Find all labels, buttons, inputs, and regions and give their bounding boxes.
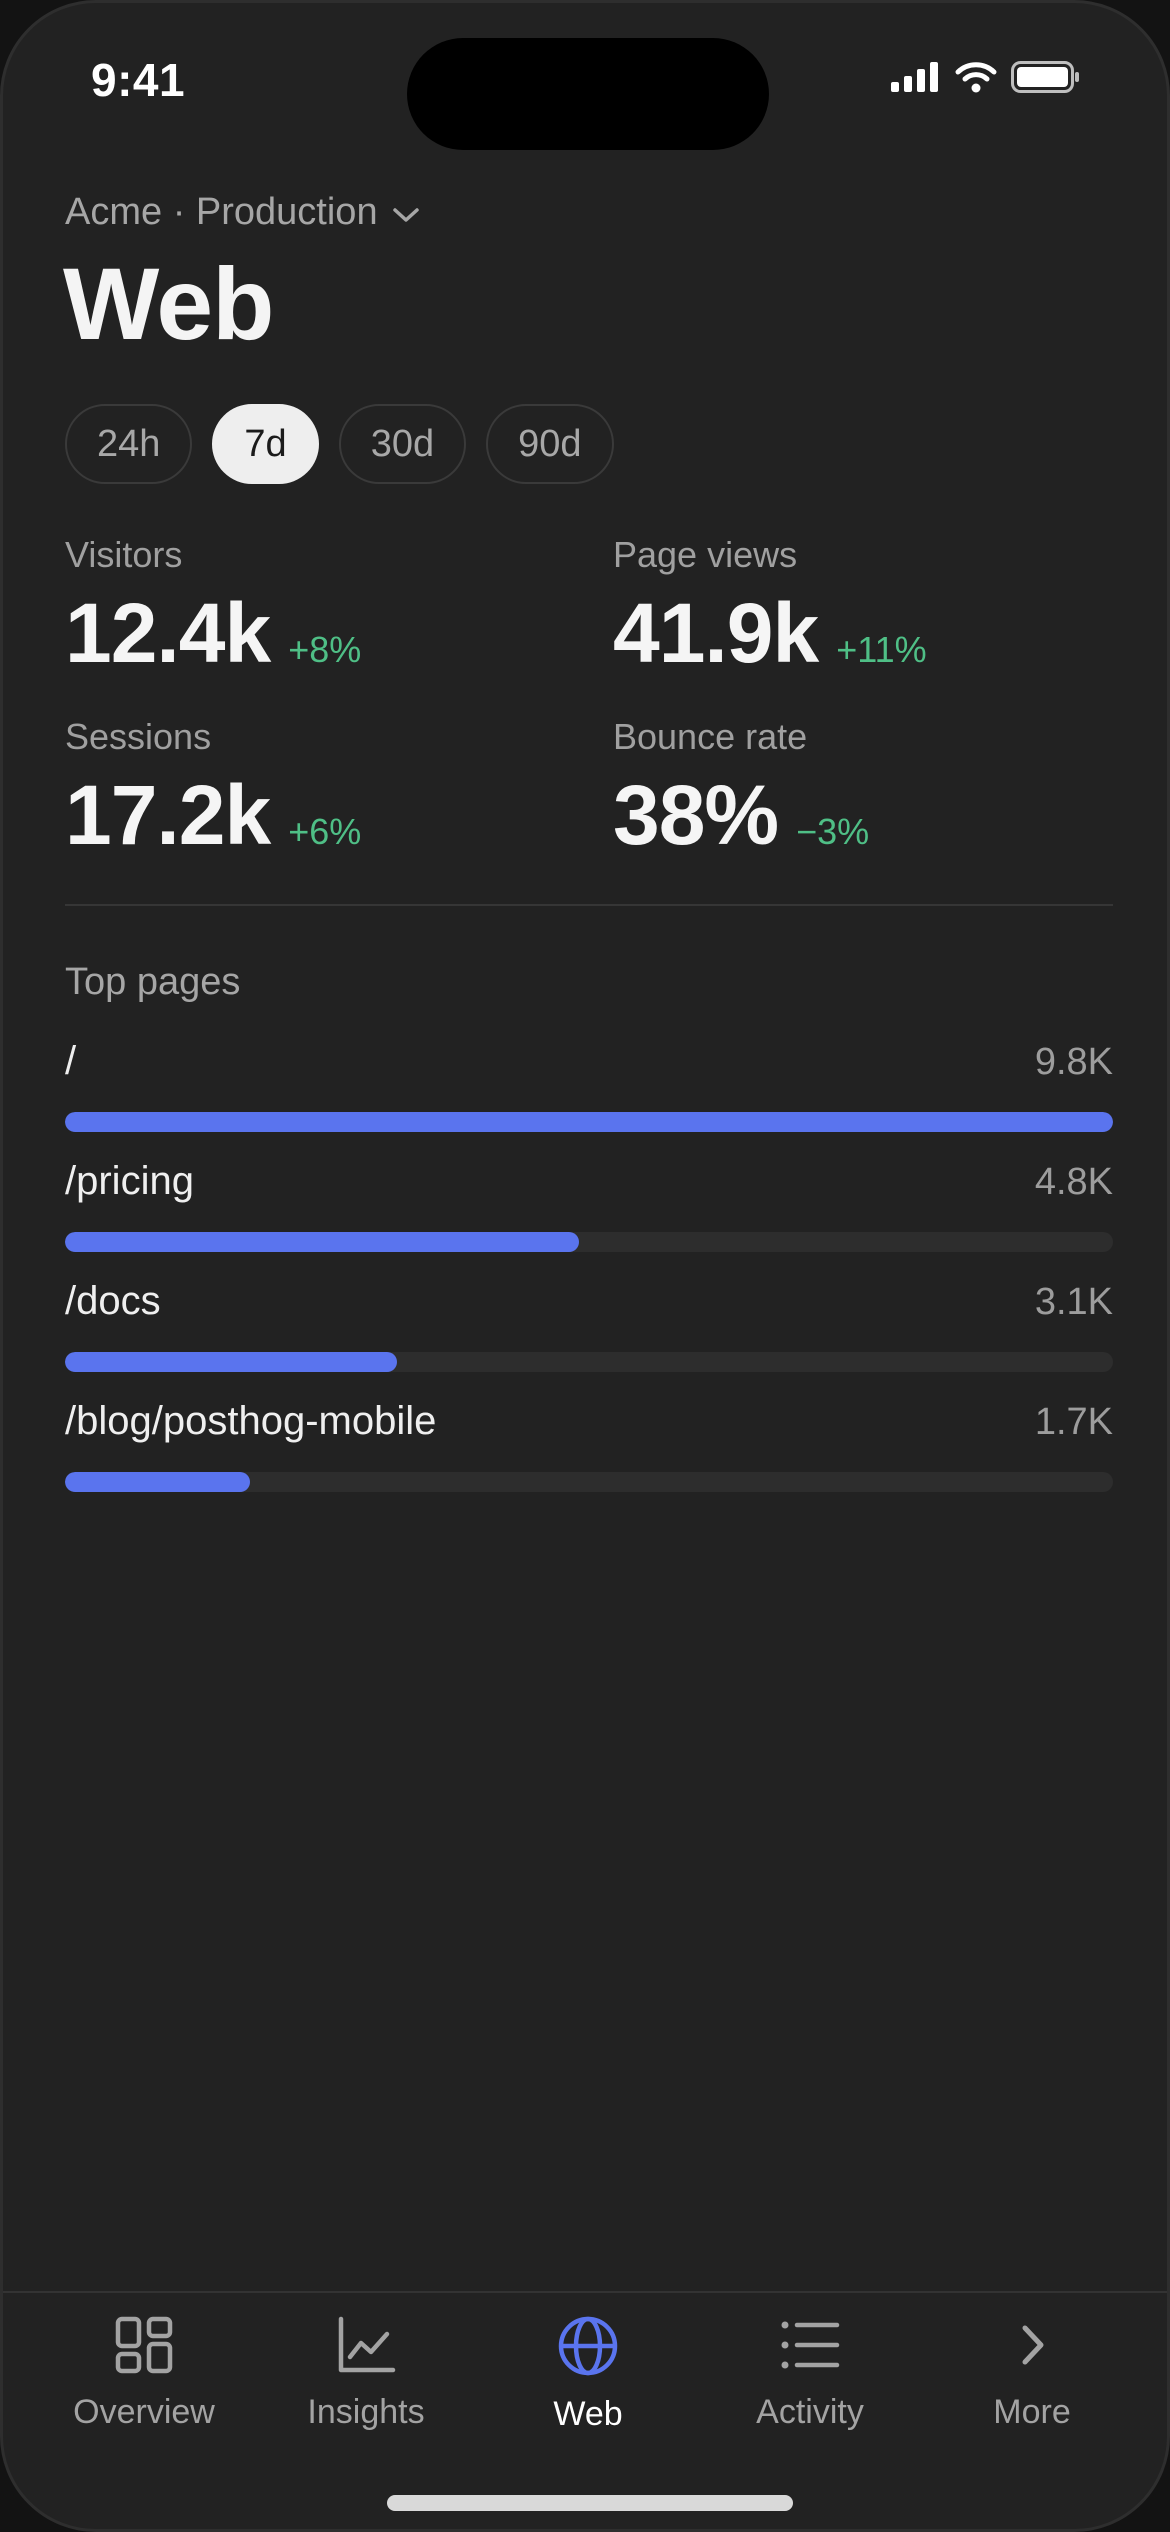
date-range-selector: 24h 7d 30d 90d	[65, 404, 614, 484]
tab-overview[interactable]: Overview	[44, 2315, 244, 2432]
tab-label: Web	[553, 2395, 623, 2433]
top-page-row[interactable]: / 9.8K	[65, 1039, 1113, 1132]
tab-label: More	[993, 2393, 1071, 2431]
tab-web[interactable]: Web	[488, 2315, 688, 2434]
stat-value: 38%	[613, 768, 779, 862]
top-page-row[interactable]: /pricing 4.8K	[65, 1159, 1113, 1252]
page-bar-fill	[65, 1352, 398, 1372]
tabbar-divider	[3, 2291, 1167, 2293]
project-name: Acme · Production	[65, 191, 378, 233]
home-indicator	[387, 2495, 793, 2511]
top-page-row[interactable]: /docs 3.1K	[65, 1279, 1113, 1372]
stat-page-views: Page views 41.9k +11%	[613, 534, 1133, 680]
stat-value: 41.9k	[613, 586, 819, 680]
page-path: /blog/posthog-mobile	[65, 1399, 437, 1443]
status-time: 9:41	[91, 54, 186, 106]
globe-icon	[557, 2315, 619, 2377]
list-icon	[779, 2315, 841, 2375]
phone-screen: 9:41 Acme · Production Web 24h 7d 30d 90…	[0, 0, 1170, 2532]
tab-insights[interactable]: Insights	[266, 2315, 466, 2432]
page-path: /pricing	[65, 1159, 194, 1203]
battery-icon	[1011, 61, 1081, 98]
page-count: 3.1K	[1034, 1281, 1113, 1323]
stat-change: +6%	[288, 811, 362, 852]
chevron-right-icon	[1002, 2315, 1062, 2375]
top-pages-title: Top pages	[65, 961, 241, 1003]
line-chart-icon	[336, 2315, 396, 2375]
page-count: 9.8K	[1034, 1041, 1113, 1083]
dynamic-island	[407, 38, 769, 150]
status-icons	[891, 61, 1081, 98]
stat-label: Sessions	[65, 716, 212, 757]
tab-label: Activity	[756, 2393, 864, 2431]
range-chip-90d[interactable]: 90d	[486, 404, 614, 484]
page-path: /	[65, 1039, 77, 1083]
project-selector[interactable]: Acme · Production	[65, 191, 420, 234]
page-bar-track	[65, 1352, 1113, 1372]
wifi-icon	[955, 61, 997, 98]
page-count: 1.7K	[1034, 1401, 1113, 1443]
divider	[65, 904, 1113, 906]
tab-activity[interactable]: Activity	[710, 2315, 910, 2432]
page-bar-track	[65, 1472, 1113, 1492]
stat-label: Visitors	[65, 534, 183, 575]
stat-change: −3%	[796, 811, 870, 852]
grid-icon	[114, 2315, 174, 2375]
range-chip-30d[interactable]: 30d	[338, 404, 467, 484]
range-chip-7d[interactable]: 7d	[212, 404, 319, 484]
tab-label: Overview	[73, 2393, 215, 2431]
tab-more[interactable]: More	[932, 2315, 1132, 2432]
stat-visitors: Visitors 12.4k +8%	[65, 534, 585, 680]
page-bar-track	[65, 1112, 1113, 1132]
page-path: /docs	[65, 1279, 161, 1323]
page-bar-track	[65, 1232, 1113, 1252]
stat-label: Page views	[613, 534, 798, 575]
page-bar-fill	[65, 1232, 579, 1252]
stat-label: Bounce rate	[613, 716, 808, 757]
page-count: 4.8K	[1034, 1161, 1113, 1203]
tab-label: Insights	[307, 2393, 425, 2431]
stat-change: +8%	[288, 629, 362, 670]
page-title: Web	[63, 247, 274, 361]
top-page-row[interactable]: /blog/posthog-mobile 1.7K	[65, 1399, 1113, 1492]
page-bar-fill	[65, 1472, 251, 1492]
stat-sessions: Sessions 17.2k +6%	[65, 716, 585, 862]
chevron-down-icon	[392, 191, 420, 234]
cellular-signal-icon	[891, 62, 941, 97]
stat-bounce-rate: Bounce rate 38% −3%	[613, 716, 1133, 862]
range-chip-24h[interactable]: 24h	[65, 404, 193, 484]
stat-value: 17.2k	[65, 768, 271, 862]
page-bar-fill	[65, 1112, 1113, 1132]
stat-change: +11%	[836, 629, 927, 670]
stat-value: 12.4k	[65, 586, 271, 680]
